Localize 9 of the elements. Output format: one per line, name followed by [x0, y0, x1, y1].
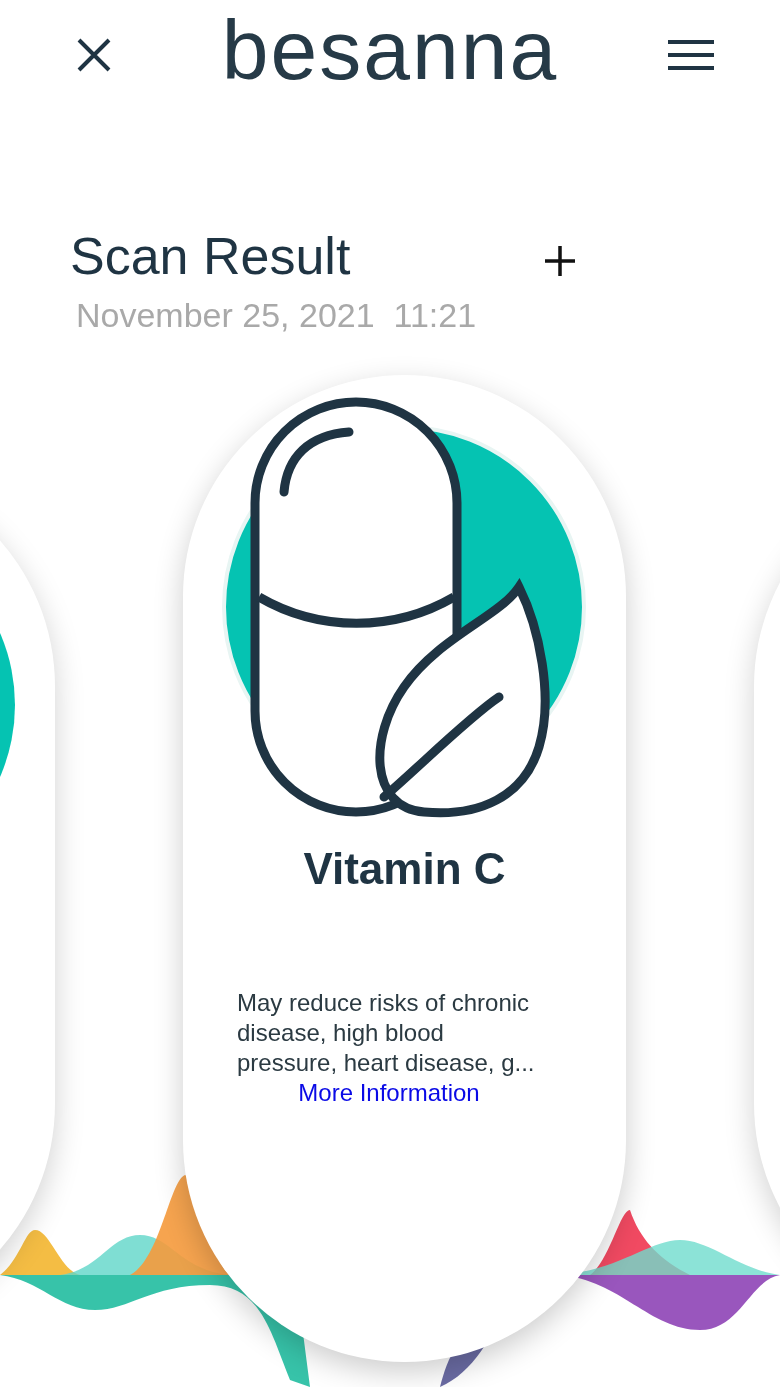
logo: besanna [221, 8, 559, 92]
page-title: Scan Result [70, 230, 352, 282]
scan-date: November 25, 2021 11:21 [75, 298, 478, 332]
close-icon[interactable] [76, 37, 112, 73]
description: May reduce risks of chronic disease, high blood pressure, heart disease, g... [237, 988, 536, 1078]
add-icon[interactable] [545, 246, 575, 276]
more-information-link[interactable]: More Information [298, 1078, 480, 1108]
vitamin-name: Vitamin C [303, 843, 506, 895]
menu-icon[interactable] [668, 39, 714, 71]
